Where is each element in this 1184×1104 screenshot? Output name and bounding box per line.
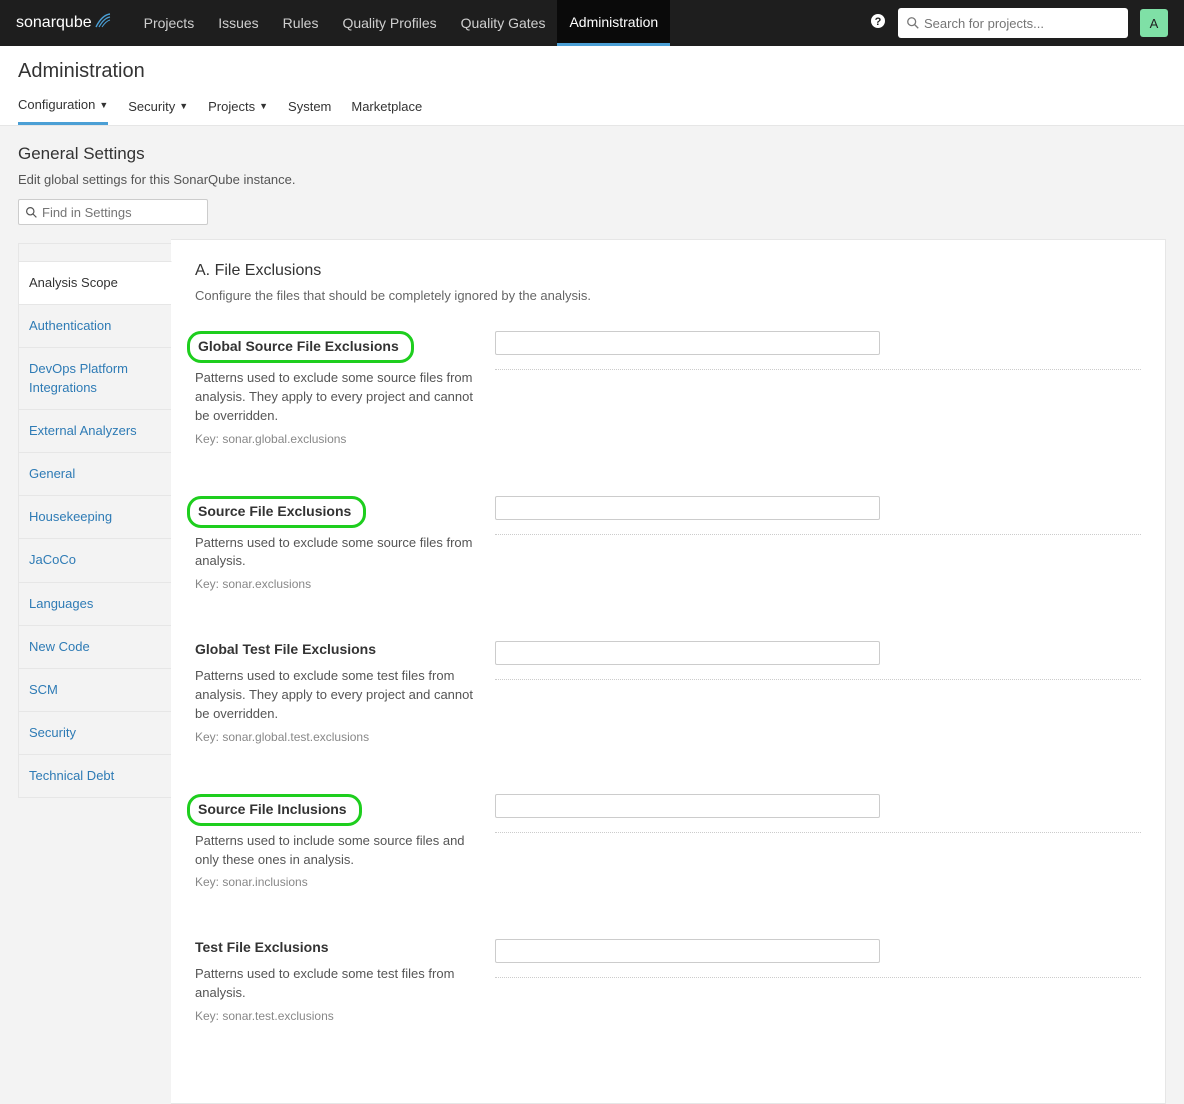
highlight-annotation: Source File Exclusions: [187, 496, 366, 528]
chevron-down-icon: ▼: [179, 101, 188, 111]
setting-label: Source File Exclusions: [198, 503, 351, 519]
setting-label: Global Test File Exclusions: [195, 641, 376, 657]
setting-key: Key: sonar.global.exclusions: [195, 432, 475, 446]
setting-key: Key: sonar.inclusions: [195, 875, 475, 889]
highlight-annotation: Global Source File Exclusions: [187, 331, 414, 363]
sidebar-item-security[interactable]: Security: [18, 711, 172, 754]
setting-key: Key: sonar.test.exclusions: [195, 1009, 475, 1023]
setting-label: Source File Inclusions: [198, 801, 347, 817]
main-panel: A. File Exclusions Configure the files t…: [171, 239, 1166, 1104]
settings-title: General Settings: [18, 144, 1166, 164]
sidebar-item-housekeeping[interactable]: Housekeeping: [18, 495, 172, 538]
setting-label: Global Source File Exclusions: [198, 338, 399, 354]
nav-quality-profiles[interactable]: Quality Profiles: [330, 0, 448, 46]
nav-right: ? A: [870, 8, 1168, 38]
find-settings-input[interactable]: [42, 205, 201, 220]
tab-system[interactable]: System: [288, 97, 331, 125]
search-icon: [906, 16, 920, 30]
setting-help: Patterns used to exclude some source fil…: [195, 534, 475, 572]
highlight-annotation: Source File Inclusions: [187, 794, 362, 826]
setting-source-inclusions: Source File Inclusions Patterns used to …: [195, 794, 1141, 890]
setting-help: Patterns used to exclude some test files…: [195, 667, 475, 724]
setting-help: Patterns used to include some source fil…: [195, 832, 475, 870]
setting-input[interactable]: [495, 794, 880, 818]
page-header: Administration Configuration▼ Security▼ …: [0, 46, 1184, 126]
nav-projects[interactable]: Projects: [132, 0, 207, 46]
sidebar-item-analysis-scope[interactable]: Analysis Scope: [18, 261, 172, 304]
sidebar-item-jacoco[interactable]: JaCoCo: [18, 538, 172, 581]
section-title: A. File Exclusions: [195, 262, 1141, 280]
sidebar-item-general[interactable]: General: [18, 452, 172, 495]
top-nav: sonarqube Projects Issues Rules Quality …: [0, 0, 1184, 46]
setting-help: Patterns used to exclude some source fil…: [195, 369, 475, 426]
avatar[interactable]: A: [1140, 9, 1168, 37]
global-search-input[interactable]: [924, 16, 1120, 31]
nav-rules[interactable]: Rules: [271, 0, 331, 46]
chevron-down-icon: ▼: [259, 101, 268, 111]
logo-text: sonarqube: [16, 14, 92, 32]
find-settings[interactable]: [18, 199, 208, 225]
setting-input[interactable]: [495, 939, 880, 963]
setting-key: Key: sonar.global.test.exclusions: [195, 730, 475, 744]
setting-global-source-exclusions: Global Source File Exclusions Patterns u…: [195, 331, 1141, 446]
section-desc: Configure the files that should be compl…: [195, 288, 1141, 303]
setting-test-exclusions: Test File Exclusions Patterns used to ex…: [195, 939, 1141, 1023]
settings-desc: Edit global settings for this SonarQube …: [18, 172, 1166, 187]
setting-help: Patterns used to exclude some test files…: [195, 965, 475, 1003]
page-title: Administration: [18, 60, 1166, 83]
setting-input[interactable]: [495, 641, 880, 665]
sidebar-item-scm[interactable]: SCM: [18, 668, 172, 711]
settings-header: General Settings Edit global settings fo…: [0, 126, 1184, 239]
nav-administration[interactable]: Administration: [557, 0, 670, 46]
setting-source-exclusions: Source File Exclusions Patterns used to …: [195, 496, 1141, 592]
sidebar-item-external-analyzers[interactable]: External Analyzers: [18, 409, 172, 452]
setting-input[interactable]: [495, 331, 880, 355]
sidebar-item-new-code[interactable]: New Code: [18, 625, 172, 668]
sidebar-item-authentication[interactable]: Authentication: [18, 304, 172, 347]
setting-label: Test File Exclusions: [195, 939, 329, 955]
tab-configuration[interactable]: Configuration▼: [18, 97, 108, 125]
global-search[interactable]: [898, 8, 1128, 38]
tab-marketplace[interactable]: Marketplace: [351, 97, 422, 125]
search-icon: [25, 206, 38, 219]
nav-quality-gates[interactable]: Quality Gates: [449, 0, 558, 46]
content: Analysis Scope Authentication DevOps Pla…: [0, 239, 1184, 1104]
sidebar-item-languages[interactable]: Languages: [18, 582, 172, 625]
settings-sidebar: Analysis Scope Authentication DevOps Pla…: [18, 243, 172, 798]
chevron-down-icon: ▼: [99, 100, 108, 110]
logo-waves-icon: [94, 13, 112, 34]
svg-text:?: ?: [875, 16, 882, 28]
setting-key: Key: sonar.exclusions: [195, 577, 475, 591]
sub-tabs: Configuration▼ Security▼ Projects▼ Syste…: [18, 97, 1166, 125]
logo[interactable]: sonarqube: [16, 13, 112, 34]
tab-security[interactable]: Security▼: [128, 97, 188, 125]
sidebar-spacer: [18, 243, 172, 261]
sidebar-item-devops[interactable]: DevOps Platform Integrations: [18, 347, 172, 408]
nav-links: Projects Issues Rules Quality Profiles Q…: [132, 0, 671, 46]
setting-input[interactable]: [495, 496, 880, 520]
tab-projects[interactable]: Projects▼: [208, 97, 268, 125]
sidebar-item-technical-debt[interactable]: Technical Debt: [18, 754, 172, 798]
help-icon[interactable]: ?: [870, 13, 886, 33]
setting-global-test-exclusions: Global Test File Exclusions Patterns use…: [195, 641, 1141, 744]
nav-issues[interactable]: Issues: [206, 0, 270, 46]
